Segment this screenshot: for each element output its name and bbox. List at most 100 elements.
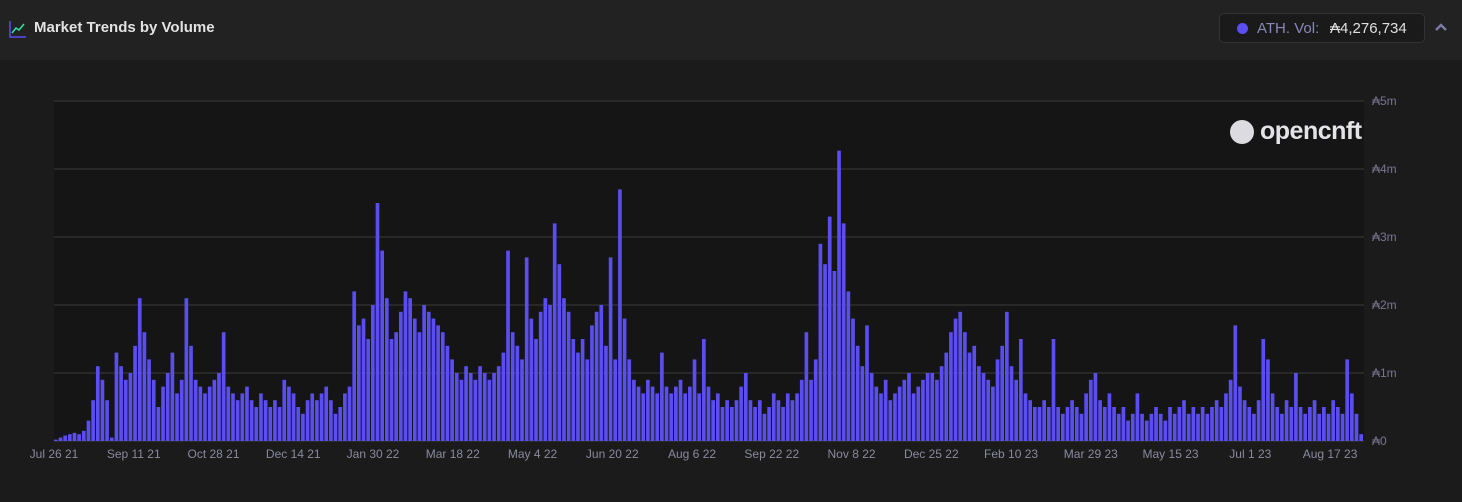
volume-bar [1177,407,1182,441]
volume-bar [329,400,333,441]
volume-bar [911,393,916,441]
volume-bar [1336,407,1340,441]
volume-bar [189,345,193,441]
volume-bar [207,386,212,441]
volume-bar [1359,434,1363,441]
volume-bar [1149,413,1154,441]
volume-bar [1224,393,1228,441]
volume-bar [632,379,636,441]
volume-bar [1238,386,1242,441]
volume-bar [1144,420,1149,441]
x-tick-label: May 15 23 [1143,447,1199,461]
volume-bar [753,407,757,441]
volume-bar [1326,413,1331,441]
volume-bar [781,407,785,441]
volume-bar [1084,393,1088,441]
volume-bar [1098,400,1102,441]
volume-bar [939,366,944,441]
volume-bar [1354,413,1359,441]
volume-bar [548,305,552,441]
volume-bar [77,434,81,441]
volume-bar [1130,413,1135,441]
volume-bar [109,437,114,441]
volume-bar [972,345,977,441]
volume-bar [398,311,403,441]
volume-bar [520,359,524,441]
volume-bar [431,318,436,441]
volume-bar [823,264,827,441]
volume-bar [165,373,170,441]
volume-bar [851,318,855,441]
volume-bar [594,311,599,441]
logo-text: opencnft [1260,117,1362,145]
volume-bar [1056,407,1060,441]
volume-bar [1233,325,1238,441]
volume-bar [879,393,883,441]
volume-bar [860,366,865,441]
volume-bar [315,400,319,441]
volume-bar [487,379,492,441]
volume-bar [366,339,371,441]
volume-bar [1350,393,1354,441]
volume-bar [1102,407,1107,441]
volume-bar [1107,393,1112,441]
volume-bar [1121,407,1126,441]
volume-bar [198,386,203,441]
volume-bar [902,379,907,441]
volume-bar [128,373,133,441]
volume-bar [380,250,384,441]
volume-bar [67,434,72,441]
volume-bar [384,298,389,441]
volume-bar [1186,413,1191,441]
volume-bar [287,386,291,441]
volume-bar [1140,413,1144,441]
volume-bar [767,407,771,441]
volume-bar [403,291,408,441]
volume-bar [636,386,641,441]
volume-bar [618,189,622,441]
volume-bar [426,311,431,441]
volume-bar [375,203,380,441]
volume-bar [464,366,468,441]
volume-bar [259,393,263,441]
volume-bar [63,435,67,441]
volume-bar [991,386,995,441]
volume-bar [1294,373,1298,441]
volume-bar [1158,413,1163,441]
volume-bar [762,413,767,441]
volume-bar [1074,407,1079,441]
volume-bar [81,430,86,441]
x-tick-label: May 4 22 [508,447,558,461]
volume-bar [916,386,921,441]
volume-bar [1046,407,1051,441]
volume-bar [1214,400,1219,441]
volume-bar [743,373,748,441]
volume-bar [193,379,198,441]
volume-bar [161,386,165,441]
volume-bar [566,311,571,441]
volume-bar [1028,400,1033,441]
volume-bar [468,373,473,441]
volume-bar [1242,400,1247,441]
volume-bar [1051,339,1056,441]
volume-bar [1289,407,1294,441]
volume-bar [1247,407,1252,441]
y-tick-label: ₳5m [1372,94,1397,108]
x-tick-label: Feb 10 23 [984,447,1038,461]
volume-bar [827,216,832,441]
volume-bar [725,400,729,441]
volume-bar [217,373,221,441]
volume-bar [720,407,725,441]
volume-bar [1322,407,1326,441]
volume-bar [729,407,734,441]
volume-bar [1070,400,1074,441]
volume-bar [1308,407,1312,441]
volume-bar [123,379,128,441]
volume-bar [935,379,939,441]
volume-bar [1168,407,1172,441]
y-tick-label: ₳3m [1372,230,1397,244]
volume-bar [655,393,660,441]
volume-bar [1005,311,1009,441]
volume-bar [357,325,361,441]
volume-bar [1331,400,1336,441]
